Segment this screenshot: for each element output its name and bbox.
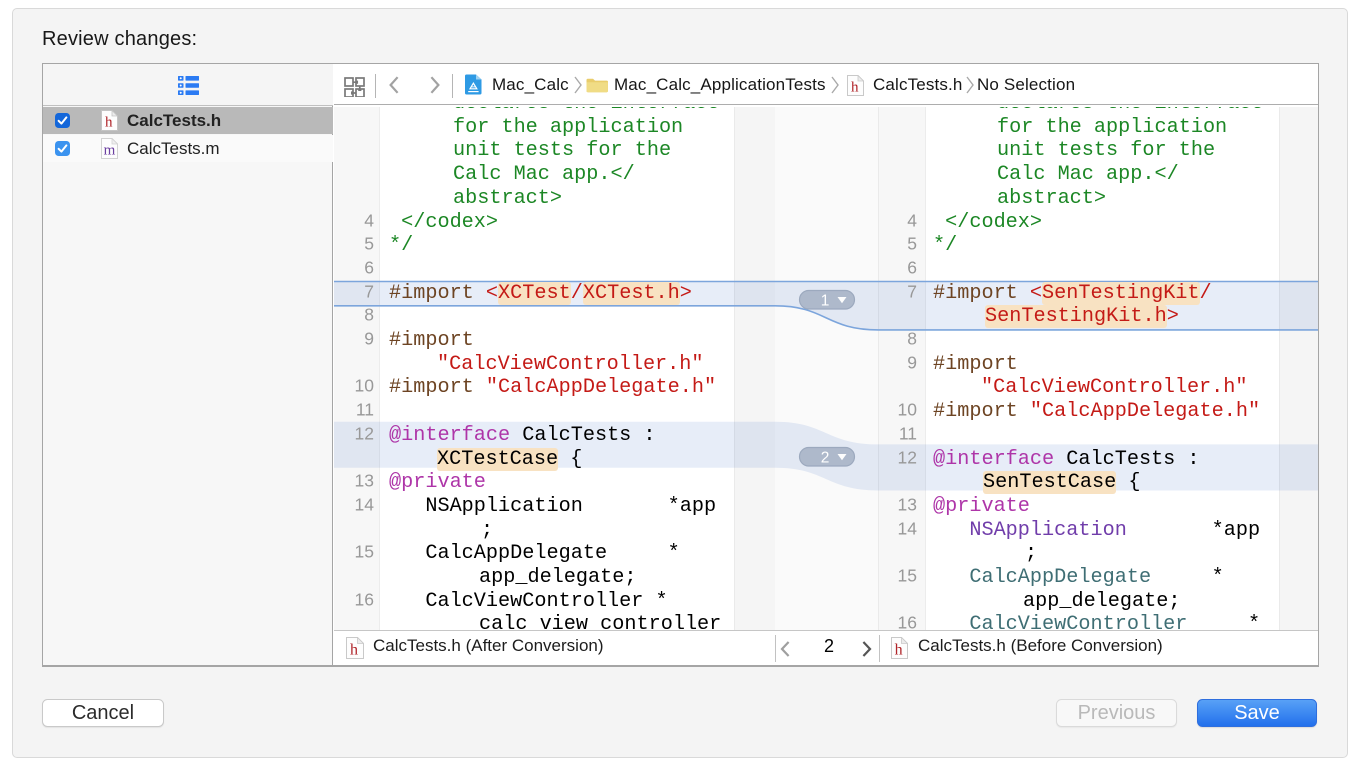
svg-text:h: h	[851, 80, 859, 96]
svg-text:h: h	[350, 642, 358, 659]
svg-text:1: 1	[821, 293, 830, 310]
svg-text:m: m	[104, 142, 116, 158]
svg-text:2: 2	[821, 450, 830, 467]
svg-text:h: h	[895, 642, 903, 659]
svg-text:h: h	[105, 115, 113, 131]
